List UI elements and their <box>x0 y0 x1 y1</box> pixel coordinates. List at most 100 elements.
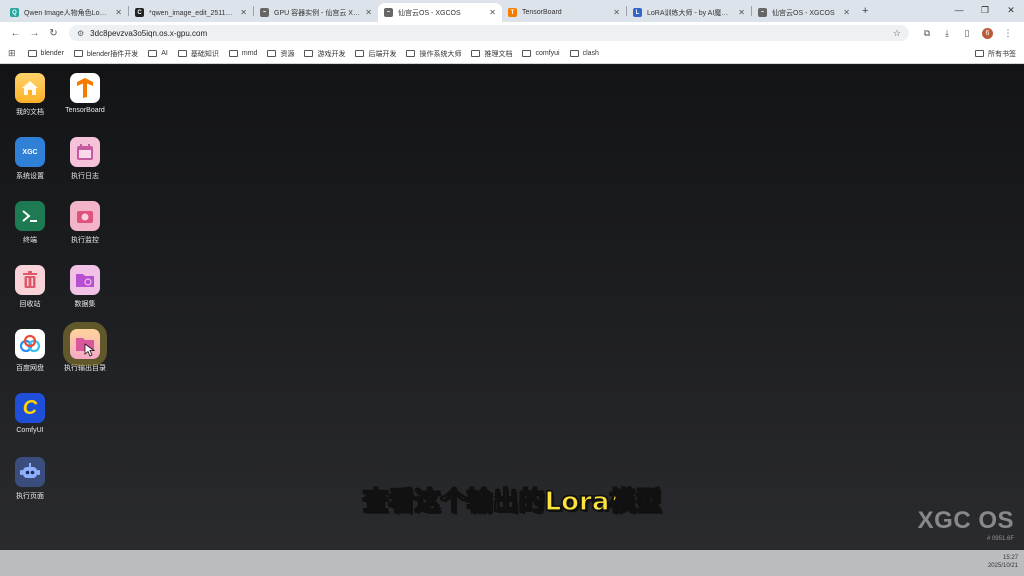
bookmark-folder[interactable]: 推理文档 <box>471 49 512 59</box>
back-icon[interactable]: ← <box>6 28 25 39</box>
desktop-area: 我的文档 TensorBoard XGC 系统设置 执行日志 终端 执行监控 回… <box>0 65 1024 550</box>
close-icon[interactable]: ✕ <box>738 8 745 17</box>
close-icon[interactable]: ✕ <box>115 8 122 17</box>
folder-icon <box>228 50 238 57</box>
browser-tab-qwen-lora[interactable]: Q Qwen Image人物角色LoRA训… ✕ <box>4 3 128 22</box>
profile-avatar[interactable]: 6 <box>982 27 993 39</box>
baidu-cloud-icon <box>15 329 45 359</box>
tensorboard-icon <box>70 73 100 103</box>
camera-icon <box>70 201 100 231</box>
xgc-icon: XGC <box>15 137 45 167</box>
bookmark-folder[interactable]: blender <box>27 50 64 57</box>
bookmark-folder[interactable]: blender插件开发 <box>73 49 138 59</box>
close-icon[interactable]: ✕ <box>613 8 620 17</box>
folder-icon <box>73 50 83 57</box>
close-icon[interactable]: ✕ <box>489 8 496 17</box>
home-icon <box>15 73 45 103</box>
folder-icon <box>406 50 416 57</box>
browser-toolbar: ← → ↻ ⚙ 3dc8pevzva3o5iqn.os.x-gpu.com ☆ … <box>0 22 1024 44</box>
bookmarks-bar: ⊞ blender blender插件开发 AI 基础知识 mmd 资源 游戏开… <box>0 44 1024 64</box>
folder-icon <box>267 50 277 57</box>
browser-tab-bar: Q Qwen Image人物角色LoRA训… ✕ C *qwen_image_e… <box>0 0 1024 22</box>
folder-output-icon <box>70 329 100 359</box>
desktop-icon-baidu-netdisk[interactable]: 百度网盘 <box>0 329 60 373</box>
desktop-icon-my-documents[interactable]: 我的文档 <box>0 73 60 117</box>
folder-icon <box>27 50 37 57</box>
close-icon[interactable]: ✕ <box>365 8 372 17</box>
tab-favicon-icon: ~ <box>260 8 269 17</box>
bookmark-folder[interactable]: mmd <box>228 50 257 57</box>
taskbar: 15:27 2025/10/21 <box>0 550 1024 576</box>
window-close-icon[interactable]: ✕ <box>998 5 1024 16</box>
all-bookmarks[interactable]: 所有书签 <box>975 49 1016 59</box>
desktop-icon-exec-monitor[interactable]: 执行监控 <box>55 201 115 245</box>
close-icon[interactable]: ✕ <box>843 8 850 17</box>
folder-icon <box>522 50 532 57</box>
tab-favicon-icon: Q <box>10 8 19 17</box>
clock-date: 2025/10/21 <box>987 563 1018 569</box>
mouse-cursor-icon <box>84 343 96 357</box>
site-info-icon[interactable]: ⚙ <box>77 29 84 38</box>
system-clock[interactable]: 15:27 2025/10/21 <box>988 554 1018 570</box>
folder-icon <box>304 50 314 57</box>
brand-build: # 0951.6F <box>986 536 1014 542</box>
address-bar[interactable]: ⚙ 3dc8pevzva3o5iqn.os.x-gpu.com ☆ <box>69 25 909 41</box>
os-brand: XGC OS # 0951.6F <box>918 507 1014 542</box>
menu-icon[interactable]: ⋮ <box>998 28 1018 39</box>
browser-tab-lora-master[interactable]: L LoRA训练大师 - by AI魔法手 ✕ <box>627 3 751 22</box>
browser-tab-tensorboard[interactable]: T TensorBoard ✕ <box>502 3 626 22</box>
folder-icon <box>177 50 187 57</box>
bookmark-folder[interactable]: 操作系统大师 <box>406 49 461 59</box>
close-icon[interactable]: ✕ <box>240 8 247 17</box>
browser-tab-xgcos-2[interactable]: ~ 仙宫云OS - XGCOS ✕ <box>752 3 856 22</box>
desktop-icon-dataset[interactable]: 数据集 <box>55 265 115 309</box>
clock-time: 15:27 <box>1002 555 1018 561</box>
folder-dataset-icon <box>70 265 100 295</box>
bookmark-folder[interactable]: comfyui <box>522 50 560 57</box>
minimize-icon[interactable]: — <box>946 5 972 15</box>
folder-icon <box>975 50 984 57</box>
bookmark-folder[interactable]: 后端开发 <box>355 49 396 59</box>
sidebar-icon[interactable]: ▯ <box>957 28 977 39</box>
tab-favicon-icon: ~ <box>758 8 767 17</box>
tab-favicon-icon: L <box>633 8 642 17</box>
folder-icon <box>355 50 365 57</box>
calendar-icon <box>70 137 100 167</box>
desktop-icon-system-settings[interactable]: XGC 系统设置 <box>0 137 60 181</box>
trash-icon <box>15 265 45 295</box>
tab-favicon-icon: T <box>508 8 517 17</box>
folder-icon <box>569 50 579 57</box>
bookmark-folder[interactable]: 游戏开发 <box>304 49 345 59</box>
tab-favicon-icon: C <box>135 8 144 17</box>
url-text[interactable]: 3dc8pevzva3o5iqn.os.x-gpu.com <box>90 29 893 38</box>
browser-tab-gpu-instance[interactable]: ~ GPU 容器实例 - 仙宫云 Xiang… ✕ <box>254 3 378 22</box>
reload-icon[interactable]: ↻ <box>44 28 63 39</box>
bookmark-folder[interactable]: 基础知识 <box>177 49 219 59</box>
bookmark-folder[interactable]: AI <box>148 50 168 57</box>
video-subtitle: 查看这个输出的Lora模型 <box>362 486 662 517</box>
download-icon[interactable]: ⤓ <box>937 28 957 39</box>
desktop-icon-terminal[interactable]: 终端 <box>0 201 60 245</box>
comfyui-icon: C <box>15 393 45 423</box>
bookmark-star-icon[interactable]: ☆ <box>893 28 901 39</box>
extensions-icon[interactable]: ⧉ <box>917 28 937 39</box>
brand-wordmark: XGC OS <box>917 507 1014 534</box>
browser-tab-qwen-edit[interactable]: C *qwen_image_edit_2511电商… ✕ <box>129 3 253 22</box>
browser-tab-xgcos-active[interactable]: ~ 仙宫云OS - XGCOS ✕ <box>378 3 502 22</box>
terminal-icon <box>15 201 45 231</box>
maximize-icon[interactable]: ❐ <box>972 5 998 16</box>
desktop-icon-comfyui[interactable]: C ComfyUI <box>0 393 60 434</box>
apps-grid-icon[interactable]: ⊞ <box>8 48 16 59</box>
folder-icon <box>148 50 158 57</box>
bookmark-folder[interactable]: 资源 <box>267 49 294 59</box>
desktop-icon-exec-output-dir[interactable]: 执行输出目录 <box>55 329 115 373</box>
forward-icon[interactable]: → <box>25 28 44 39</box>
folder-icon <box>471 50 481 57</box>
bookmark-folder[interactable]: clash <box>569 50 599 57</box>
desktop-icon-exec-log[interactable]: 执行日志 <box>55 137 115 181</box>
desktop-icon-tensorboard[interactable]: TensorBoard <box>55 73 115 114</box>
new-tab-button[interactable]: + <box>862 5 868 17</box>
window-controls: — ❐ ✕ <box>946 0 1024 20</box>
tab-favicon-icon: ~ <box>384 8 393 17</box>
desktop-icon-recycle-bin[interactable]: 回收站 <box>0 265 60 309</box>
